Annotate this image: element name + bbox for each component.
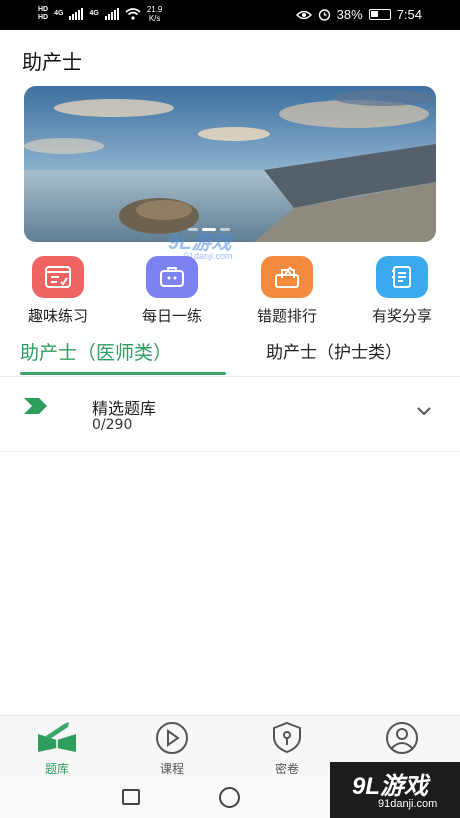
shortcut-label: 有奖分享	[371, 307, 432, 325]
shortcut-fun-practice[interactable]: 趣味练习	[8, 256, 108, 326]
shortcut-label: 错题排行	[256, 307, 317, 325]
carousel-dot-active	[202, 228, 216, 231]
clock: 7:54	[396, 7, 422, 22]
active-tab-indicator	[20, 372, 226, 375]
shield-key-icon	[273, 721, 301, 754]
book-pen-icon	[38, 722, 76, 752]
watermark-site: 91danji.com	[378, 798, 438, 810]
banner-image	[24, 86, 436, 242]
list-item[interactable]: 精选题库 0/290	[0, 386, 460, 452]
list-item-title: 精选题库	[92, 399, 157, 418]
eye-icon	[295, 10, 312, 19]
status-left-indicators: HD HD 4G 4G 21.9 K/s	[38, 5, 162, 23]
corner-watermark: 9L游戏 91danji.com	[330, 762, 460, 818]
wrong-questions-icon	[261, 256, 313, 298]
shortcut-label: 每日一练	[141, 307, 202, 325]
fun-practice-icon	[32, 256, 84, 298]
signal-icon-2	[104, 8, 119, 20]
carousel-indicators	[188, 228, 230, 231]
carousel-dot	[188, 228, 198, 231]
chevron-down-icon[interactable]	[416, 406, 432, 416]
list-item-progress: 0/290	[92, 417, 133, 433]
carousel-dot	[220, 228, 230, 231]
battery-icon	[368, 9, 391, 20]
play-circle-icon	[156, 722, 188, 754]
shortcut-wrong-questions[interactable]: 错题排行	[237, 256, 337, 326]
network-speed: 21.9 K/s	[146, 5, 163, 23]
wifi-icon	[125, 8, 141, 20]
status-right-indicators: 38% 7:54	[295, 7, 422, 22]
recent-apps-button[interactable]	[122, 789, 140, 805]
network-4g-label-2: 4G	[89, 10, 99, 17]
daily-practice-icon	[146, 256, 198, 298]
user-circle-icon	[386, 722, 418, 754]
shortcut-grid: 趣味练习 每日一练 错题排行 有奖分享	[0, 256, 460, 326]
reward-share-icon	[376, 256, 428, 298]
shortcut-label: 趣味练习	[27, 307, 88, 325]
hd-indicator: HD HD	[38, 6, 49, 21]
battery-percent: 38%	[336, 7, 363, 22]
page-title: 助产士	[22, 50, 82, 74]
network-4g-label: 4G	[54, 10, 64, 17]
home-button[interactable]	[219, 787, 240, 808]
alarm-icon	[318, 9, 330, 21]
nav-item-question-bank[interactable]: 题库	[17, 720, 97, 777]
nav-item-secret-papers[interactable]: 密卷	[247, 720, 327, 777]
tab-divider	[0, 376, 460, 377]
shortcut-daily-practice[interactable]: 每日一练	[122, 256, 222, 326]
tab-physician[interactable]: 助产士（医师类）	[20, 338, 172, 365]
signal-icon	[69, 8, 84, 20]
watermark-brand: 9L游戏	[352, 773, 429, 800]
tab-nurse[interactable]: 助产士（护士类）	[266, 338, 402, 363]
status-bar: HD HD 4G 4G 21.9 K/s 38% 7:54	[0, 0, 460, 30]
banner-carousel[interactable]	[24, 86, 436, 242]
shortcut-reward-share[interactable]: 有奖分享	[352, 256, 452, 326]
flag-icon	[24, 398, 47, 414]
nav-item-courses[interactable]: 课程	[132, 720, 212, 777]
